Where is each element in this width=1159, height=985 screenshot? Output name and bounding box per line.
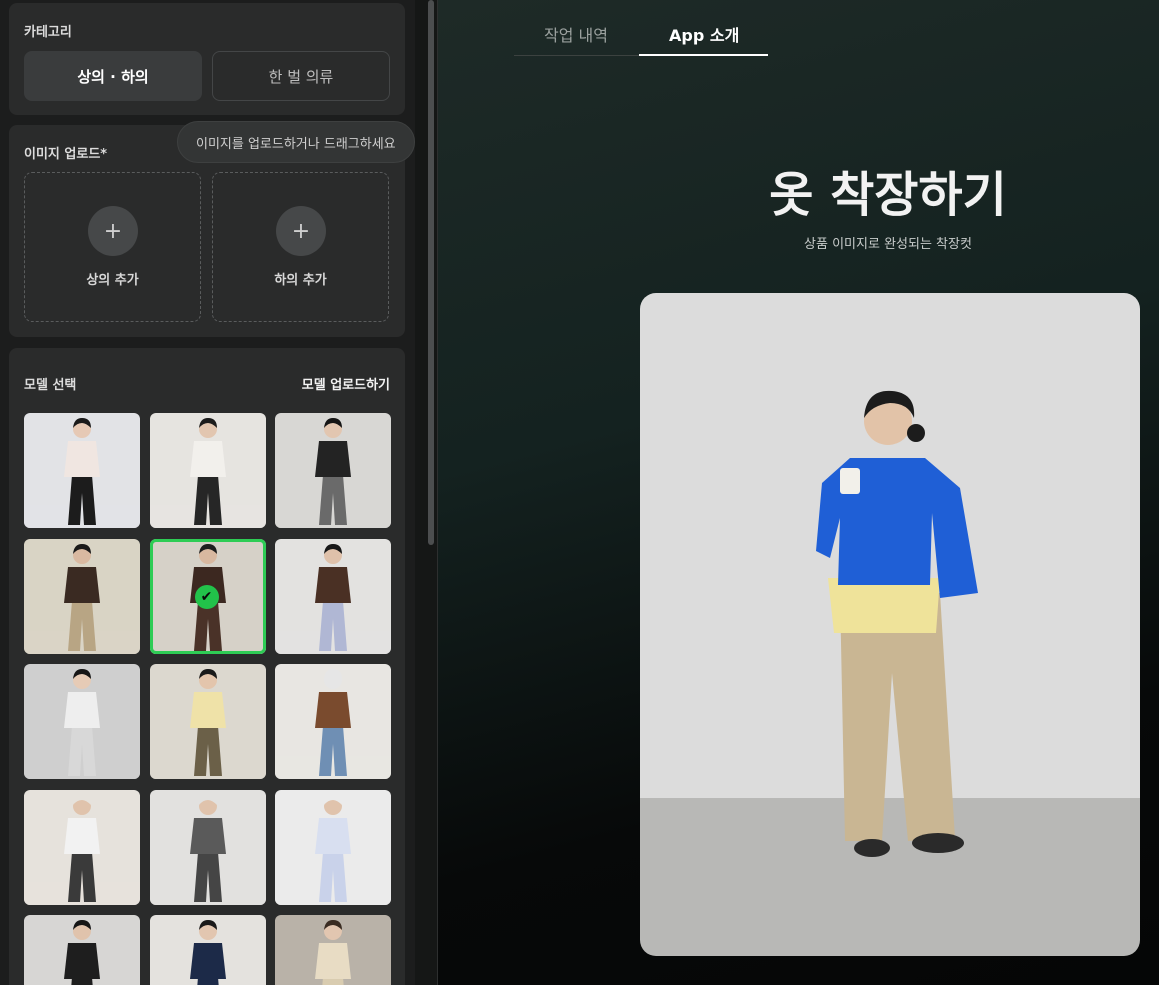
category-title: 카테고리 <box>24 25 72 40</box>
thumb-top <box>64 692 100 728</box>
thumb-floor <box>24 505 140 528</box>
category-card: 카테고리 상의 · 하의 한 벌 의류 <box>9 3 405 115</box>
category-top-bottom-button[interactable]: 상의 · 하의 <box>24 51 202 101</box>
upload-top-dropzone[interactable]: + 상의 추가 <box>24 172 201 322</box>
model-thumbnail[interactable] <box>275 413 391 528</box>
model-select-title: 모델 선택 <box>24 378 77 393</box>
thumb-floor <box>149 630 266 654</box>
thumb-floor <box>275 630 391 654</box>
model-thumbnail[interactable] <box>149 789 266 905</box>
category-one-piece-button[interactable]: 한 벌 의류 <box>212 51 390 101</box>
hero-shoe-right <box>912 833 964 853</box>
tab-history[interactable]: 작업 내역 <box>544 22 608 46</box>
thumb-floor <box>275 505 391 528</box>
thumb-top <box>315 566 351 603</box>
hero-hair-bun <box>907 424 925 442</box>
thumb-floor <box>149 756 266 779</box>
plus-icon: + <box>276 206 326 256</box>
upload-tooltip: 이미지를 업로드하거나 드래그하세요 <box>177 121 415 163</box>
thumb-floor <box>24 881 140 905</box>
model-thumbnail[interactable] <box>275 915 391 985</box>
model-thumbnail[interactable] <box>24 538 140 654</box>
thumb-top <box>315 943 351 979</box>
active-tab-indicator <box>639 54 768 56</box>
thumb-top <box>315 441 351 477</box>
tab-app-intro[interactable]: App 소개 <box>669 22 739 46</box>
hero-shirt <box>828 578 940 633</box>
thumb-floor <box>275 756 391 779</box>
thumb-top <box>189 441 226 477</box>
hero-shoe-left <box>854 839 890 857</box>
model-thumbnail[interactable] <box>149 413 266 528</box>
model-thumbnail[interactable] <box>24 664 140 779</box>
thumb-floor <box>149 505 266 528</box>
thumb-top <box>189 692 226 728</box>
model-upload-button[interactable]: 모델 업로드하기 <box>302 374 390 393</box>
main-panel: 작업 내역 App 소개 옷 착장하기 상품 이미지로 완성되는 착장컷 <box>438 0 1159 985</box>
thumb-floor <box>275 881 391 905</box>
thumb-top <box>189 943 226 979</box>
model-thumbnail[interactable] <box>24 413 140 528</box>
upload-top-label: 상의 추가 <box>86 273 139 288</box>
thumb-top <box>64 817 100 854</box>
hero-cup <box>840 468 860 494</box>
hero-title: 옷 착장하기 <box>769 167 1007 223</box>
model-thumbnail[interactable] <box>275 538 391 654</box>
model-thumbnail[interactable] <box>24 915 140 985</box>
check-icon: ✔ <box>194 584 219 609</box>
model-thumbnail[interactable] <box>149 664 266 779</box>
model-thumbnail[interactable] <box>149 915 266 985</box>
upload-title: 이미지 업로드* <box>24 147 108 162</box>
thumb-floor <box>24 756 140 779</box>
thumb-top <box>189 817 226 854</box>
model-card: 모델 선택 모델 업로드하기 ✔ <box>9 348 405 985</box>
model-thumbnail[interactable] <box>275 664 391 779</box>
model-thumbnail[interactable] <box>275 789 391 905</box>
thumb-top <box>315 692 351 728</box>
hero-subtitle: 상품 이미지로 완성되는 착장컷 <box>804 237 972 252</box>
model-thumbnail[interactable]: ✔ <box>149 538 266 654</box>
thumb-floor <box>24 630 140 654</box>
thumb-floor <box>149 881 266 905</box>
hero-floor <box>640 798 1140 956</box>
tab-bar: 작업 내역 App 소개 <box>514 10 768 56</box>
thumb-top <box>315 817 351 854</box>
thumb-top <box>64 943 100 979</box>
sidebar-scrollbar[interactable] <box>428 0 434 545</box>
thumb-top <box>64 441 100 477</box>
thumb-top <box>64 566 100 603</box>
model-thumbnail[interactable] <box>24 789 140 905</box>
hero-image <box>640 293 1140 956</box>
plus-icon: + <box>88 206 138 256</box>
upload-bottom-dropzone[interactable]: + 하의 추가 <box>212 172 389 322</box>
upload-bottom-label: 하의 추가 <box>274 273 327 288</box>
